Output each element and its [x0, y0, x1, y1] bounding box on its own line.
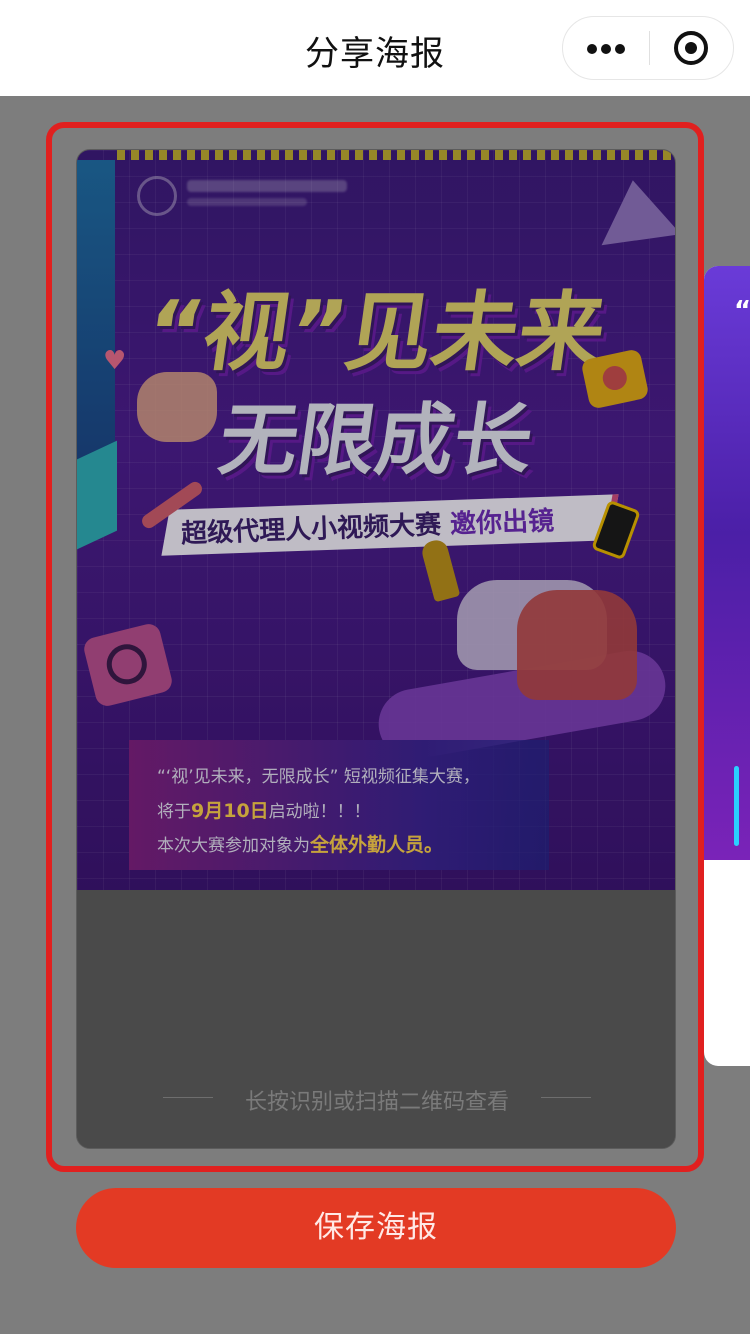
qr-hint-text: 长按识别或扫描二维码查看 [244, 1090, 509, 1115]
save-poster-button[interactable]: 保存海报 [76, 1188, 676, 1268]
next-poster-accent-bar [734, 766, 739, 846]
next-poster-card[interactable]: “ [704, 266, 750, 1066]
close-target-icon[interactable] [650, 17, 734, 79]
poster-card[interactable]: “视”见未来 无限成长 ♥ 超级代理人小视频大赛 邀你出镜 “‘视’见未来，无限… [76, 149, 676, 1149]
navigation-bar: 分享海报 [0, 0, 750, 96]
poster-dim-overlay [77, 150, 675, 890]
poster-image: “视”见未来 无限成长 ♥ 超级代理人小视频大赛 邀你出镜 “‘视’见未来，无限… [77, 150, 675, 890]
mini-program-capsule [562, 16, 734, 80]
more-dots-icon[interactable] [563, 17, 649, 79]
next-poster-image [704, 266, 750, 860]
next-poster-quote-glyph: “ [734, 296, 750, 326]
